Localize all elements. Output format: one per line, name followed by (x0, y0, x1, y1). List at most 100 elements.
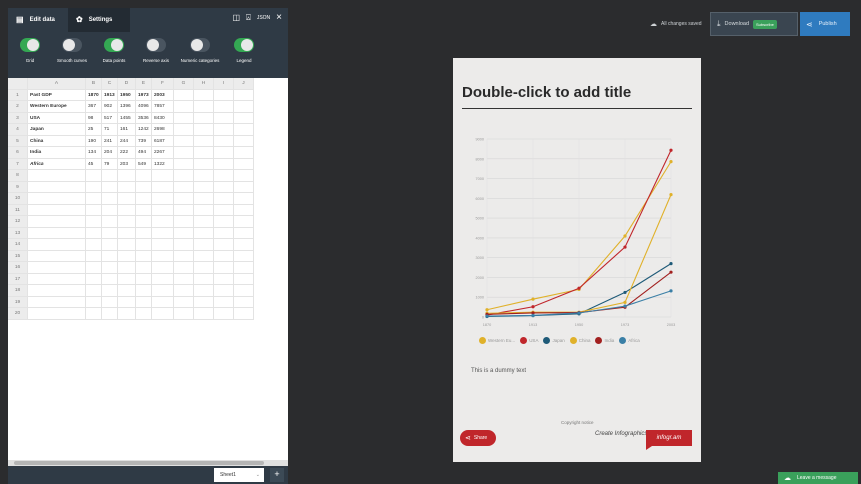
table-cell[interactable] (234, 273, 254, 285)
table-cell[interactable] (234, 204, 254, 216)
brand-logo[interactable]: infogr.am (646, 430, 692, 450)
table-cell[interactable] (136, 262, 152, 274)
table-cell[interactable] (214, 101, 234, 113)
legend-item[interactable]: Western Eu... (479, 337, 515, 344)
table-cell[interactable] (234, 158, 254, 170)
table-cell[interactable]: 1396 (118, 101, 136, 113)
table-cell[interactable] (174, 89, 194, 101)
table-cell[interactable]: 902 (102, 101, 118, 113)
table-cell[interactable] (118, 262, 136, 274)
table-cell[interactable]: 549 (136, 158, 152, 170)
table-cell[interactable]: 79 (102, 158, 118, 170)
table-cell[interactable] (234, 124, 254, 136)
table-cell[interactable] (28, 239, 86, 251)
table-cell[interactable]: 222 (118, 147, 136, 159)
table-cell[interactable]: 134 (86, 147, 102, 159)
table-cell[interactable] (174, 296, 194, 308)
table-cell[interactable] (214, 158, 234, 170)
table-cell[interactable] (118, 273, 136, 285)
table-cell[interactable] (214, 89, 234, 101)
table-cell[interactable] (102, 239, 118, 251)
table-cell[interactable] (174, 158, 194, 170)
table-cell[interactable] (152, 262, 174, 274)
table-cell[interactable] (234, 147, 254, 159)
table-cell[interactable] (214, 227, 234, 239)
data-point[interactable] (531, 305, 535, 309)
table-cell[interactable]: 3536 (136, 112, 152, 124)
data-point[interactable] (485, 314, 489, 318)
table-cell[interactable] (28, 216, 86, 228)
leave-message-button[interactable]: ☁ Leave a message (778, 472, 858, 484)
table-cell[interactable] (152, 227, 174, 239)
table-cell[interactable]: 98 (86, 112, 102, 124)
data-point[interactable] (669, 193, 673, 197)
row-number[interactable]: 19 (8, 296, 28, 308)
table-cell[interactable] (86, 273, 102, 285)
column-header[interactable]: A (28, 78, 86, 90)
table-cell[interactable] (136, 170, 152, 182)
table-cell[interactable] (152, 193, 174, 205)
table-cell[interactable] (28, 285, 86, 297)
legend-item[interactable]: China (569, 337, 590, 344)
table-cell[interactable] (28, 262, 86, 274)
table-cell[interactable] (102, 193, 118, 205)
table-cell[interactable] (86, 308, 102, 320)
table-cell[interactable]: 1913 (102, 89, 118, 101)
toggle-numeric-categories-switch[interactable] (190, 38, 210, 52)
table-cell[interactable] (152, 250, 174, 262)
table-cell[interactable] (234, 216, 254, 228)
data-point[interactable] (669, 148, 673, 152)
table-cell[interactable] (28, 250, 86, 262)
table-cell[interactable] (118, 239, 136, 251)
table-cell[interactable] (234, 181, 254, 193)
table-cell[interactable] (194, 262, 214, 274)
table-cell[interactable] (86, 250, 102, 262)
table-cell[interactable]: 25 (86, 124, 102, 136)
table-cell[interactable] (102, 216, 118, 228)
table-cell[interactable]: Past GDP (28, 89, 86, 101)
table-cell[interactable] (102, 250, 118, 262)
data-point[interactable] (669, 160, 673, 164)
table-cell[interactable]: 45 (86, 158, 102, 170)
table-cell[interactable] (194, 147, 214, 159)
legend-item[interactable]: Africa (619, 337, 640, 344)
table-cell[interactable] (86, 227, 102, 239)
table-cell[interactable] (174, 285, 194, 297)
table-cell[interactable] (194, 158, 214, 170)
row-number[interactable]: 11 (8, 204, 28, 216)
table-cell[interactable] (136, 204, 152, 216)
row-number[interactable]: 6 (8, 147, 28, 159)
column-header[interactable]: G (174, 78, 194, 90)
table-cell[interactable] (28, 273, 86, 285)
table-cell[interactable] (152, 239, 174, 251)
column-header[interactable]: E (136, 78, 152, 90)
table-cell[interactable]: 1950 (118, 89, 136, 101)
toggle-data-points-switch[interactable] (104, 38, 124, 52)
table-cell[interactable]: China (28, 135, 86, 147)
table-cell[interactable] (86, 285, 102, 297)
row-number[interactable]: 7 (8, 158, 28, 170)
table-cell[interactable] (234, 112, 254, 124)
table-cell[interactable] (194, 204, 214, 216)
table-cell[interactable] (118, 308, 136, 320)
table-cell[interactable] (234, 308, 254, 320)
table-cell[interactable] (174, 273, 194, 285)
table-cell[interactable] (234, 262, 254, 274)
table-cell[interactable] (28, 170, 86, 182)
table-cell[interactable] (86, 262, 102, 274)
table-cell[interactable] (214, 124, 234, 136)
table-cell[interactable] (28, 296, 86, 308)
column-header[interactable]: F (152, 78, 174, 90)
table-cell[interactable] (86, 193, 102, 205)
table-cell[interactable]: 71 (102, 124, 118, 136)
toggle-data-points[interactable]: Data points (94, 38, 134, 63)
data-point[interactable] (623, 245, 627, 249)
column-header[interactable]: J (234, 78, 254, 90)
table-cell[interactable] (152, 273, 174, 285)
table-cell[interactable]: 204 (102, 147, 118, 159)
body-text[interactable]: This is a dummy text (471, 368, 526, 374)
tab-settings[interactable]: ✿ Settings (68, 8, 130, 32)
row-number[interactable]: 14 (8, 239, 28, 251)
table-cell[interactable] (136, 296, 152, 308)
table-cell[interactable] (234, 285, 254, 297)
